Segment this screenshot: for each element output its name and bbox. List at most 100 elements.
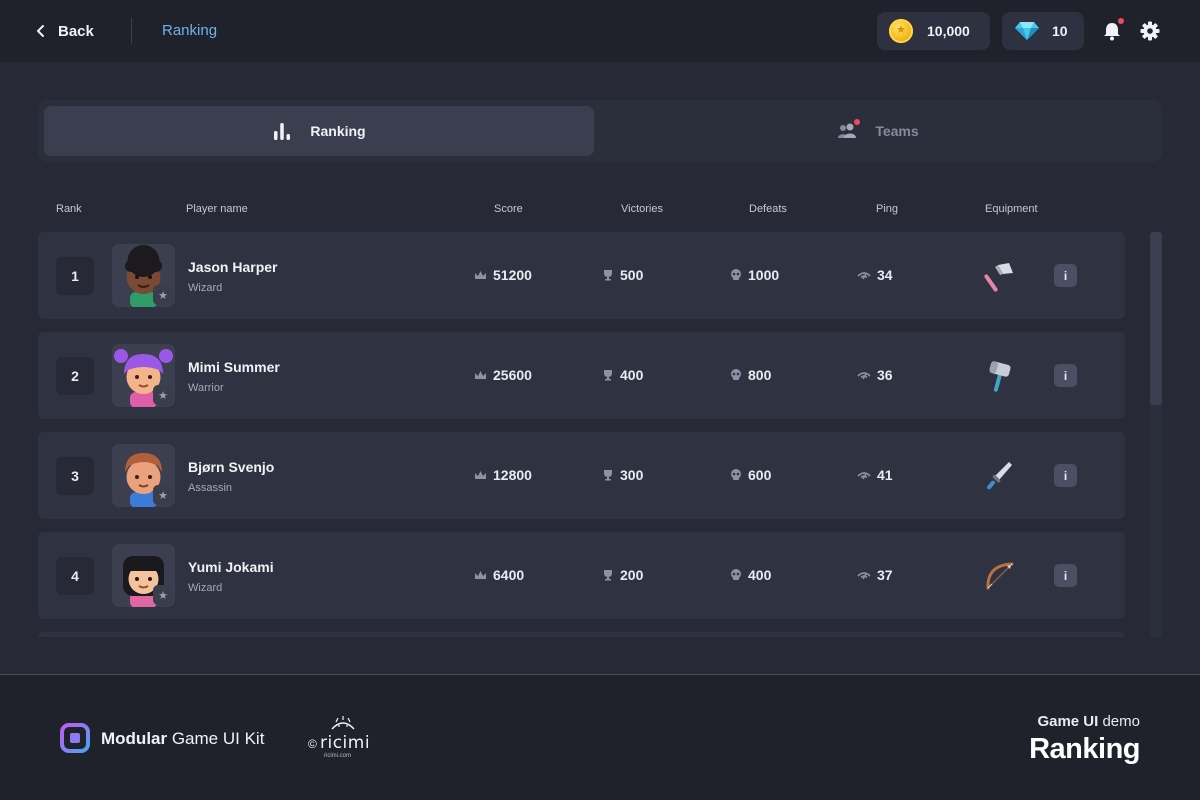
column-header-ping: Ping	[876, 203, 899, 215]
victories-value: 400	[602, 367, 643, 383]
crown-icon	[475, 370, 486, 379]
score-text: 51200	[493, 267, 532, 283]
ping-value: 41	[857, 467, 893, 483]
player-class: Assassin	[188, 482, 233, 494]
ping-text: 36	[877, 367, 893, 383]
tab-ranking[interactable]: Ranking	[44, 106, 594, 156]
ranking-list[interactable]: 1 ★ Jason Harper Wizard 51200 500 1000 3…	[38, 232, 1125, 637]
skull-icon	[731, 469, 741, 480]
breadcrumb[interactable]: Ranking	[162, 22, 217, 39]
signal-icon	[857, 272, 871, 280]
victories-value: 200	[602, 567, 643, 583]
avatar: ★	[112, 344, 175, 407]
back-button[interactable]: Back	[36, 18, 94, 44]
gems-counter[interactable]: 10	[1002, 12, 1084, 50]
scrollbar-thumb[interactable]	[1150, 232, 1162, 405]
player-name: Jason Harper	[188, 259, 278, 275]
player-name: Bjørn Svenjo	[188, 459, 275, 475]
victories-value: 500	[602, 267, 643, 283]
rank-badge: 3	[56, 457, 94, 495]
star-icon: ★	[153, 385, 173, 405]
ping-text: 41	[877, 467, 893, 483]
signal-icon	[857, 372, 871, 380]
gem-icon	[1015, 22, 1039, 40]
teams-notification-dot	[854, 119, 861, 125]
info-button[interactable]: i	[1054, 464, 1077, 487]
coin-icon: ★	[889, 19, 913, 43]
signal-icon	[857, 572, 871, 580]
victories-text: 400	[620, 367, 644, 383]
score-value: 6400	[474, 567, 524, 583]
ping-value: 37	[857, 567, 893, 583]
trophy-icon	[604, 570, 612, 581]
modular-logo-icon	[60, 723, 90, 753]
skull-icon	[731, 269, 741, 280]
coins-value: 10,000	[927, 23, 970, 39]
defeats-value: 400	[730, 567, 771, 583]
divider	[131, 18, 132, 44]
back-label: Back	[58, 22, 94, 40]
score-value: 51200	[474, 267, 532, 283]
page-title: Ranking	[1029, 733, 1140, 765]
coins-counter[interactable]: ★ 10,000	[877, 12, 990, 50]
rank-badge: 1	[56, 257, 94, 295]
player-class: Warrior	[188, 382, 224, 394]
table-row[interactable]: 3 ★ Bjørn Svenjo Assassin 12800 300 600	[38, 432, 1125, 519]
bar-chart-icon	[274, 123, 291, 140]
info-button[interactable]: i	[1054, 564, 1077, 587]
dagger-icon	[987, 462, 1012, 490]
avatar: ★	[112, 544, 175, 607]
info-button[interactable]: i	[1054, 264, 1077, 287]
table-row[interactable]: 4 ★ Yumi Jokami Wizard 6400 200 400 37 i	[38, 532, 1125, 619]
notification-dot	[1118, 18, 1124, 24]
trophy-icon	[604, 470, 612, 481]
victories-value: 300	[602, 467, 643, 483]
crown-icon	[475, 270, 486, 279]
player-name: Yumi Jokami	[188, 559, 274, 575]
demo-label-bold: Game UI	[1037, 713, 1099, 730]
axe-icon	[984, 263, 1013, 292]
hammer-icon	[989, 361, 1011, 392]
defeats-text: 1000	[748, 267, 780, 283]
copyright-symbol: ©	[308, 737, 317, 751]
column-header-victories: Victories	[621, 203, 663, 215]
column-header-equipment: Equipment	[985, 203, 1038, 215]
victories-text: 200	[620, 567, 644, 583]
defeats-text: 600	[748, 467, 772, 483]
bow-icon	[986, 562, 1014, 590]
star-icon: ★	[153, 585, 173, 605]
demo-label: Game UI demo	[1037, 713, 1140, 730]
demo-label-rest: demo	[1098, 713, 1140, 730]
column-header-defeats: Defeats	[749, 203, 787, 215]
tab-teams[interactable]: Teams	[600, 106, 1156, 156]
signal-icon	[857, 472, 871, 480]
ping-value: 34	[857, 267, 893, 283]
column-header-score: Score	[494, 203, 523, 215]
player-name: Mimi Summer	[188, 359, 280, 375]
info-button[interactable]: i	[1054, 364, 1077, 387]
avatar: ★	[112, 244, 175, 307]
column-header-rank: Rank	[56, 203, 82, 215]
score-text: 6400	[493, 567, 525, 583]
trophy-icon	[604, 370, 612, 381]
gems-value: 10	[1052, 23, 1068, 39]
victories-text: 500	[620, 267, 644, 283]
rank-badge: 4	[56, 557, 94, 595]
column-header-player: Player name	[186, 203, 248, 215]
defeats-text: 800	[748, 367, 772, 383]
defeats-value: 800	[730, 367, 771, 383]
defeats-value: 1000	[730, 267, 779, 283]
scrollbar-track[interactable]	[1150, 232, 1162, 637]
notifications-button[interactable]	[1101, 18, 1124, 42]
player-class: Wizard	[188, 582, 223, 594]
kit-title: Modular Game UI Kit	[101, 729, 264, 749]
table-row[interactable]: 2 ★ Mimi Summer Warrior 25600 400 800 36…	[38, 332, 1125, 419]
tab-ranking-label: Ranking	[310, 123, 366, 139]
crown-icon	[475, 470, 486, 479]
settings-button[interactable]	[1139, 20, 1161, 42]
tab-teams-label: Teams	[875, 123, 919, 139]
kit-brand: Modular	[101, 729, 168, 748]
chevron-left-icon	[37, 25, 44, 37]
table-row[interactable]: 1 ★ Jason Harper Wizard 51200 500 1000 3…	[38, 232, 1125, 319]
rank-badge: 2	[56, 357, 94, 395]
